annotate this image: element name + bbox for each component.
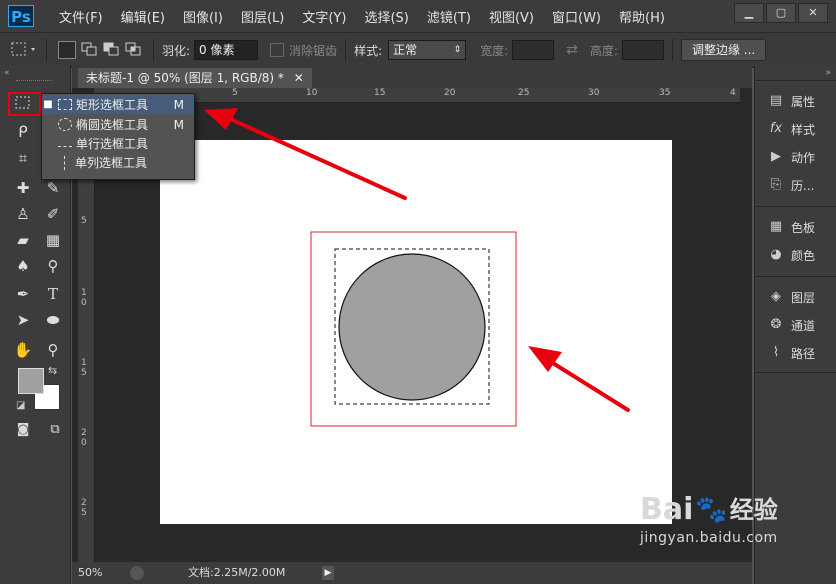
zoom-level[interactable]: 50% [78,562,102,584]
watermark-brand-tail: 经验 [729,496,778,524]
panel-history[interactable]: ⎘ 历... [755,172,836,198]
panel-styles[interactable]: fx 样式 [755,116,836,142]
single-row-marquee-icon [58,146,72,147]
panel-layers[interactable]: ◈ 图层 [755,284,836,310]
layers-icon: ◈ [771,289,781,304]
marquee-flyout: ■ 矩形选框工具 M 椭圆选框工具 M 单行选框工具 单列选框工具 [41,93,195,180]
flyout-item-label: 单行选框工具 [76,137,149,151]
panel-label: 属性 [791,94,816,109]
single-column-marquee-icon [64,155,65,170]
history-icon: ⎘ [770,177,782,192]
panel-divider [755,372,836,373]
panel-channels[interactable]: ❂ 通道 [755,312,836,338]
watermark-brand: Bai [640,492,694,527]
panel-label: 样式 [791,122,816,137]
flyout-item-label: 单列选框工具 [75,156,148,170]
watermark-url: jingyan.baidu.com [640,530,778,546]
panel-divider [755,206,836,207]
actions-icon: ▶ [771,149,781,164]
status-icon[interactable] [130,566,144,580]
panel-paths[interactable]: ⌇ 路径 [755,340,836,366]
panel-divider [755,80,836,81]
color-icon: ◕ [770,247,782,262]
panel-swatches[interactable]: ▦ 色板 [755,214,836,240]
status-menu-arrow-icon[interactable]: ▶ [322,566,334,580]
panel-actions[interactable]: ▶ 动作 [755,144,836,170]
flyout-item-key: M [173,117,184,132]
panel-color[interactable]: ◕ 颜色 [755,242,836,268]
doc-size-info: 文档:2.25M/2.00M [188,566,286,579]
panel-label: 颜色 [791,248,816,263]
properties-icon: ▤ [769,93,783,108]
panel-label: 图层 [791,290,816,305]
flyout-item-rect[interactable]: ■ 矩形选框工具 M [42,95,194,114]
panel-label: 动作 [791,150,816,165]
rect-marquee-icon [58,99,72,110]
flyout-item-column[interactable]: 单列选框工具 [42,153,194,172]
panel-label: 路径 [791,346,816,361]
panel-label: 色板 [791,220,816,235]
styles-icon: fx [769,121,783,136]
paw-icon: 🐾 [695,495,728,525]
arrow-to-tool [204,108,407,200]
status-bar: 50% 文档:2.25M/2.00M ▶ [72,562,752,584]
active-dot-icon: ■ [43,99,53,110]
panel-label: 历... [791,178,815,193]
foreground-color-top[interactable] [18,368,44,394]
swatches-icon: ▦ [769,219,783,234]
annotation-tool-box [8,92,41,116]
flyout-item-ellipse[interactable]: 椭圆选框工具 M [42,115,194,134]
arrow-to-selection [528,346,630,412]
flyout-item-label: 矩形选框工具 [76,98,149,112]
ellipse-marquee-icon [58,118,72,131]
flyout-item-row[interactable]: 单行选框工具 [42,134,194,153]
paths-icon: ⌇ [772,345,780,360]
expand-panels-icon[interactable]: » [825,68,831,78]
channels-icon: ❂ [770,317,782,332]
flyout-item-label: 椭圆选框工具 [76,118,149,132]
panel-properties[interactable]: ▤ 属性 [755,88,836,114]
flyout-item-key: M [173,97,184,112]
gray-circle [338,253,486,401]
baidu-watermark: Bai 🐾 经验 jingyan.baidu.com [640,492,778,546]
panel-label: 通道 [791,318,816,333]
panel-divider [755,276,836,277]
